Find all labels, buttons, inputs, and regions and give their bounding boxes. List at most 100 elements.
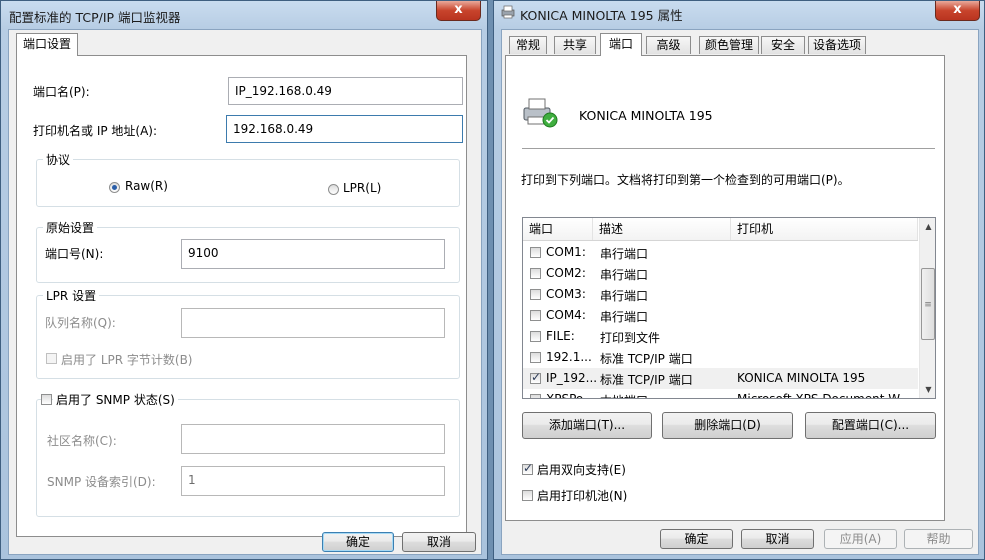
- tab-ports[interactable]: 端口: [600, 33, 642, 56]
- bidirectional-checkbox[interactable]: [522, 461, 533, 475]
- close-button[interactable]: x: [935, 1, 980, 21]
- lpr-settings-title: LPR 设置: [43, 287, 100, 304]
- snmp-status-checkbox[interactable]: [41, 394, 52, 405]
- apply-button[interactable]: 应用(A): [824, 529, 897, 549]
- tab-port-settings[interactable]: 端口设置: [16, 33, 78, 56]
- lpr-radio-label[interactable]: LPR(L): [343, 181, 381, 195]
- port-description-cell: 串行端口: [600, 289, 649, 303]
- snmp-device-index-label: SNMP 设备索引(D):: [47, 475, 156, 489]
- port-row[interactable]: FILE: 打印到文件: [523, 326, 918, 347]
- port-row[interactable]: 192.1... 标准 TCP/IP 端口: [523, 347, 918, 368]
- help-button[interactable]: 帮助: [904, 529, 973, 549]
- port-row[interactable]: COM3: 串行端口: [523, 284, 918, 305]
- host-address-input[interactable]: 192.168.0.49: [226, 115, 463, 143]
- port-row[interactable]: COM1: 串行端口: [523, 242, 918, 263]
- port-row[interactable]: XPSPo... 本地端口 Microsoft XPS Document W...: [523, 389, 918, 399]
- cancel-button[interactable]: 取消: [741, 529, 814, 549]
- lpr-byte-count-label[interactable]: 启用了 LPR 字节计数(B): [61, 351, 193, 368]
- lpr-byte-count-checkbox[interactable]: [46, 353, 57, 364]
- queue-name-label: 队列名称(Q):: [45, 316, 116, 330]
- port-checkbox[interactable]: [530, 310, 541, 321]
- column-port[interactable]: 端口: [523, 218, 593, 240]
- ports-panel: KONICA MINOLTA 195 打印到下列端口。文档将打印到第一个检查到的…: [505, 55, 945, 521]
- port-checkbox[interactable]: [530, 352, 541, 363]
- port-description-cell: 串行端口: [600, 268, 649, 282]
- ports-list-header: 端口 描述 打印机: [523, 218, 918, 241]
- port-name-cell: COM4:: [546, 308, 586, 322]
- port-checkbox[interactable]: [530, 370, 541, 384]
- port-checkbox[interactable]: [530, 394, 541, 398]
- title-bar[interactable]: 配置标准的 TCP/IP 端口监视器 x: [1, 1, 487, 29]
- column-printer[interactable]: 打印机: [731, 218, 918, 240]
- port-description-cell: 串行端口: [600, 310, 649, 324]
- port-checkbox[interactable]: [530, 247, 541, 258]
- delete-port-button[interactable]: 删除端口(D): [662, 412, 793, 439]
- port-name-input[interactable]: IP_192.168.0.49: [228, 77, 463, 105]
- port-description-cell: 打印到文件: [600, 331, 661, 345]
- host-label: 打印机名或 IP 地址(A):: [33, 124, 158, 138]
- dialog-client-area: 常规 共享 端口 高级 颜色管理 安全 设备选项 KONICA MINOLTA …: [501, 29, 979, 555]
- raw-radio-label[interactable]: Raw(R): [125, 179, 168, 193]
- snmp-status-label[interactable]: 启用了 SNMP 状态(S): [53, 391, 178, 408]
- title-bar[interactable]: KONICA MINOLTA 195 属性 x: [494, 1, 984, 29]
- protocol-group: 协议 Raw(R) LPR(L): [36, 151, 460, 207]
- tab-color-management[interactable]: 颜色管理: [699, 36, 759, 54]
- snmp-device-index-input[interactable]: 1: [181, 466, 445, 496]
- add-port-button[interactable]: 添加端口(T)...: [522, 412, 652, 439]
- port-name-cell: COM2:: [546, 266, 586, 280]
- printer-pooling-label[interactable]: 启用打印机池(N): [537, 487, 627, 504]
- port-name-label: 端口名(P):: [33, 85, 90, 99]
- port-checkbox[interactable]: [530, 331, 541, 342]
- ports-instructions: 打印到下列端口。文档将打印到第一个检查到的可用端口(P)。: [521, 173, 850, 187]
- printer-icon: [523, 98, 558, 128]
- port-description-cell: 标准 TCP/IP 端口: [600, 373, 693, 387]
- port-name-cell: IP_192...: [546, 371, 598, 385]
- port-checkbox[interactable]: [530, 289, 541, 300]
- port-checkbox[interactable]: [530, 268, 541, 279]
- tab-general[interactable]: 常规: [509, 36, 547, 54]
- queue-name-input[interactable]: [181, 308, 445, 338]
- configure-port-button[interactable]: 配置端口(C)...: [805, 412, 936, 439]
- ok-button[interactable]: 确定: [660, 529, 733, 549]
- port-row[interactable]: COM2: 串行端口: [523, 263, 918, 284]
- ok-button[interactable]: 确定: [322, 532, 394, 552]
- cancel-button[interactable]: 取消: [402, 532, 476, 552]
- ports-list-scrollbar[interactable]: ▲ ≡ ▼: [919, 218, 935, 398]
- column-description[interactable]: 描述: [593, 218, 731, 240]
- port-description-cell: 标准 TCP/IP 端口: [600, 352, 693, 366]
- port-printer-cell: Microsoft XPS Document W...: [737, 392, 911, 399]
- scroll-up-arrow[interactable]: ▲: [920, 218, 935, 235]
- port-name-cell: XPSPo...: [546, 392, 595, 399]
- port-row[interactable]: IP_192...标准 TCP/IP 端口 KONICA MINOLTA 195: [523, 368, 918, 389]
- dialog-title: KONICA MINOLTA 195 属性: [520, 8, 683, 23]
- bidirectional-label[interactable]: 启用双向支持(E): [537, 461, 626, 478]
- header-separator: [522, 148, 935, 149]
- raw-radio[interactable]: [109, 182, 120, 193]
- port-settings-panel: 端口名(P): IP_192.168.0.49 打印机名或 IP 地址(A): …: [16, 55, 467, 537]
- port-description-cell: 串行端口: [600, 247, 649, 261]
- lpr-settings-group: LPR 设置 队列名称(Q): 启用了 LPR 字节计数(B): [36, 287, 460, 379]
- community-name-label: 社区名称(C):: [47, 434, 117, 448]
- port-name-cell: COM1:: [546, 245, 586, 259]
- port-description-cell: 本地端口: [600, 392, 648, 398]
- scroll-down-arrow[interactable]: ▼: [920, 381, 935, 398]
- tab-advanced[interactable]: 高级: [646, 36, 691, 54]
- printer-title-icon: [501, 5, 515, 19]
- tab-device-options[interactable]: 设备选项: [808, 36, 866, 54]
- ports-list[interactable]: 端口 描述 打印机 COM1: 串行端口 COM2: 串行端口 COM3: 串行端口 COM…: [522, 217, 936, 399]
- port-number-input[interactable]: 9100: [181, 239, 445, 269]
- port-name-cell: FILE:: [546, 329, 575, 343]
- port-name-cell: COM3:: [546, 287, 586, 301]
- tab-security[interactable]: 安全: [761, 36, 805, 54]
- dialog-title: 配置标准的 TCP/IP 端口监视器: [9, 10, 181, 25]
- port-printer-cell: KONICA MINOLTA 195: [737, 371, 866, 385]
- close-button[interactable]: x: [436, 1, 481, 21]
- lpr-radio[interactable]: [328, 184, 339, 195]
- community-name-input[interactable]: [181, 424, 445, 454]
- scroll-thumb[interactable]: ≡: [921, 268, 935, 340]
- snmp-group: 启用了 SNMP 状态(S) 社区名称(C): SNMP 设备索引(D): 1: [36, 391, 460, 517]
- printer-pooling-checkbox[interactable]: [522, 490, 533, 501]
- port-row[interactable]: COM4: 串行端口: [523, 305, 918, 326]
- port-name-cell: 192.1...: [546, 350, 592, 364]
- tab-sharing[interactable]: 共享: [554, 36, 596, 54]
